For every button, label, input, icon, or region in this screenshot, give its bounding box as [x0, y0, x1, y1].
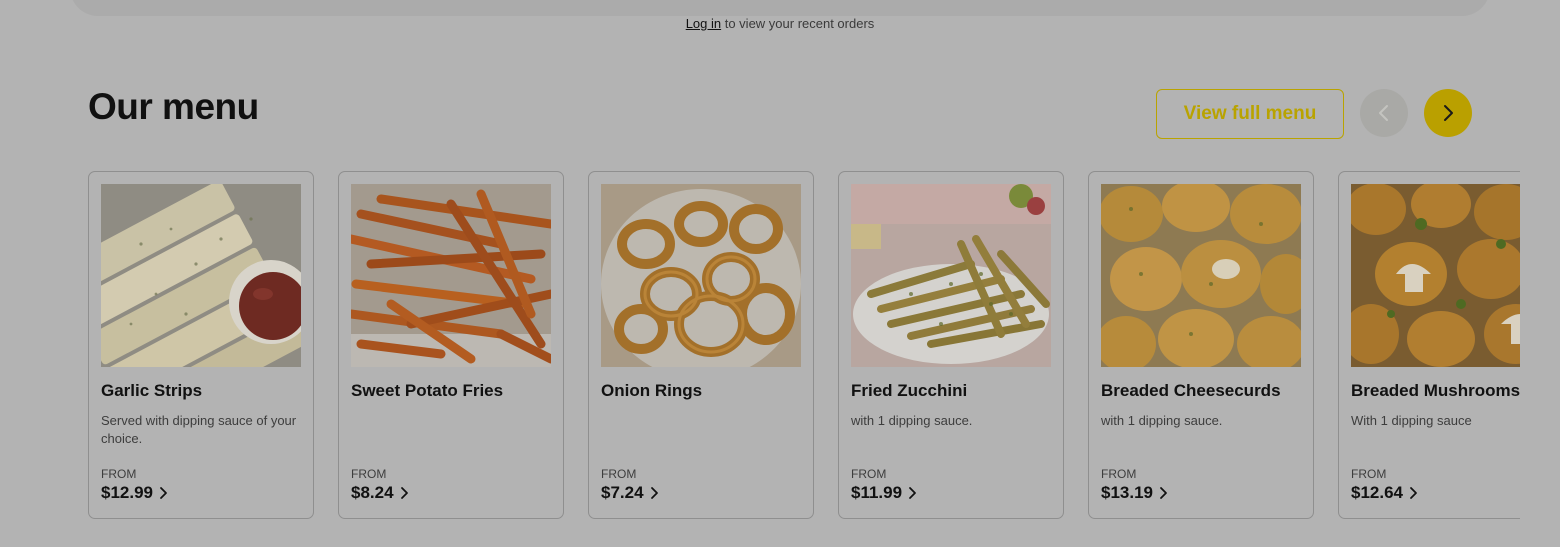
price-from-label: FROM [851, 467, 887, 481]
carousel-prev-button[interactable] [1360, 89, 1408, 137]
price-from-label: FROM [601, 467, 637, 481]
garlic-strips-photo [101, 184, 301, 367]
price-value: $8.24 [351, 483, 394, 502]
onion-rings-photo [601, 184, 801, 367]
menu-item-price: $7.24 [601, 483, 659, 503]
breaded-cheesecurds-photo [1101, 184, 1301, 367]
menu-item-price: $8.24 [351, 483, 409, 503]
price-from-label: FROM [101, 467, 137, 481]
menu-item-card[interactable]: Garlic Strips Served with dipping sauce … [88, 171, 314, 519]
chevron-right-icon [400, 487, 408, 499]
menu-section: Log in to view your recent orders Our me… [0, 0, 1560, 547]
menu-item-description: With 1 dipping sauce [1351, 413, 1472, 428]
chevron-right-icon [1444, 105, 1453, 121]
menu-item-price: $11.99 [851, 483, 917, 503]
menu-item-card[interactable]: Onion Rings FROM $7.24 [588, 171, 814, 519]
top-bar [70, 0, 1490, 16]
menu-item-name: Sweet Potato Fries [351, 381, 504, 400]
price-value: $7.24 [601, 483, 644, 502]
menu-carousel: Garlic Strips Served with dipping sauce … [88, 171, 1520, 521]
price-value: $12.64 [1351, 483, 1403, 502]
price-value: $13.19 [1101, 483, 1153, 502]
menu-item-description: with 1 dipping sauce. [1101, 413, 1223, 428]
chevron-right-icon [1410, 487, 1417, 499]
menu-item-card[interactable]: Breaded Mushrooms With 1 dipping sauce F… [1338, 171, 1520, 519]
menu-item-price: $12.64 [1351, 483, 1418, 503]
menu-item-card[interactable]: Sweet Potato Fries FROM $8.24 [338, 171, 564, 519]
chevron-right-icon [650, 487, 658, 499]
chevron-right-icon [909, 487, 916, 499]
chevron-left-icon [1379, 105, 1388, 121]
price-from-label: FROM [351, 467, 387, 481]
menu-item-card[interactable]: Breaded Cheesecurds with 1 dipping sauce… [1088, 171, 1314, 519]
menu-item-name: Breaded Cheesecurds [1101, 381, 1281, 400]
menu-item-price: $12.99 [101, 483, 168, 503]
price-from-label: FROM [1101, 467, 1137, 481]
chevron-right-icon [160, 487, 167, 499]
menu-item-name: Onion Rings [601, 381, 703, 400]
fried-zucchini-photo [851, 184, 1051, 367]
breaded-mushrooms-photo [1351, 184, 1520, 367]
recent-orders-text: to view your recent orders [721, 16, 875, 31]
menu-item-description: with 1 dipping sauce. [851, 413, 973, 428]
menu-item-card[interactable]: Fried Zucchini with 1 dipping sauce. FRO… [838, 171, 1064, 519]
price-value: $12.99 [101, 483, 153, 502]
recent-orders-prompt: Log in to view your recent orders [0, 16, 1560, 31]
menu-item-name: Breaded Mushrooms [1351, 381, 1520, 400]
chevron-right-icon [1160, 487, 1167, 499]
sweet-potato-fries-photo [351, 184, 551, 367]
menu-item-description: Served with dipping sauce of your choice… [101, 413, 297, 446]
login-link[interactable]: Log in [686, 16, 721, 31]
menu-item-name: Garlic Strips [101, 381, 203, 400]
price-value: $11.99 [851, 483, 903, 502]
view-full-menu-button[interactable]: View full menu [1156, 89, 1344, 139]
price-from-label: FROM [1351, 467, 1387, 481]
carousel-next-button[interactable] [1424, 89, 1472, 137]
menu-title: Our menu [88, 86, 259, 127]
menu-item-price: $13.19 [1101, 483, 1168, 503]
menu-item-name: Fried Zucchini [851, 381, 968, 400]
